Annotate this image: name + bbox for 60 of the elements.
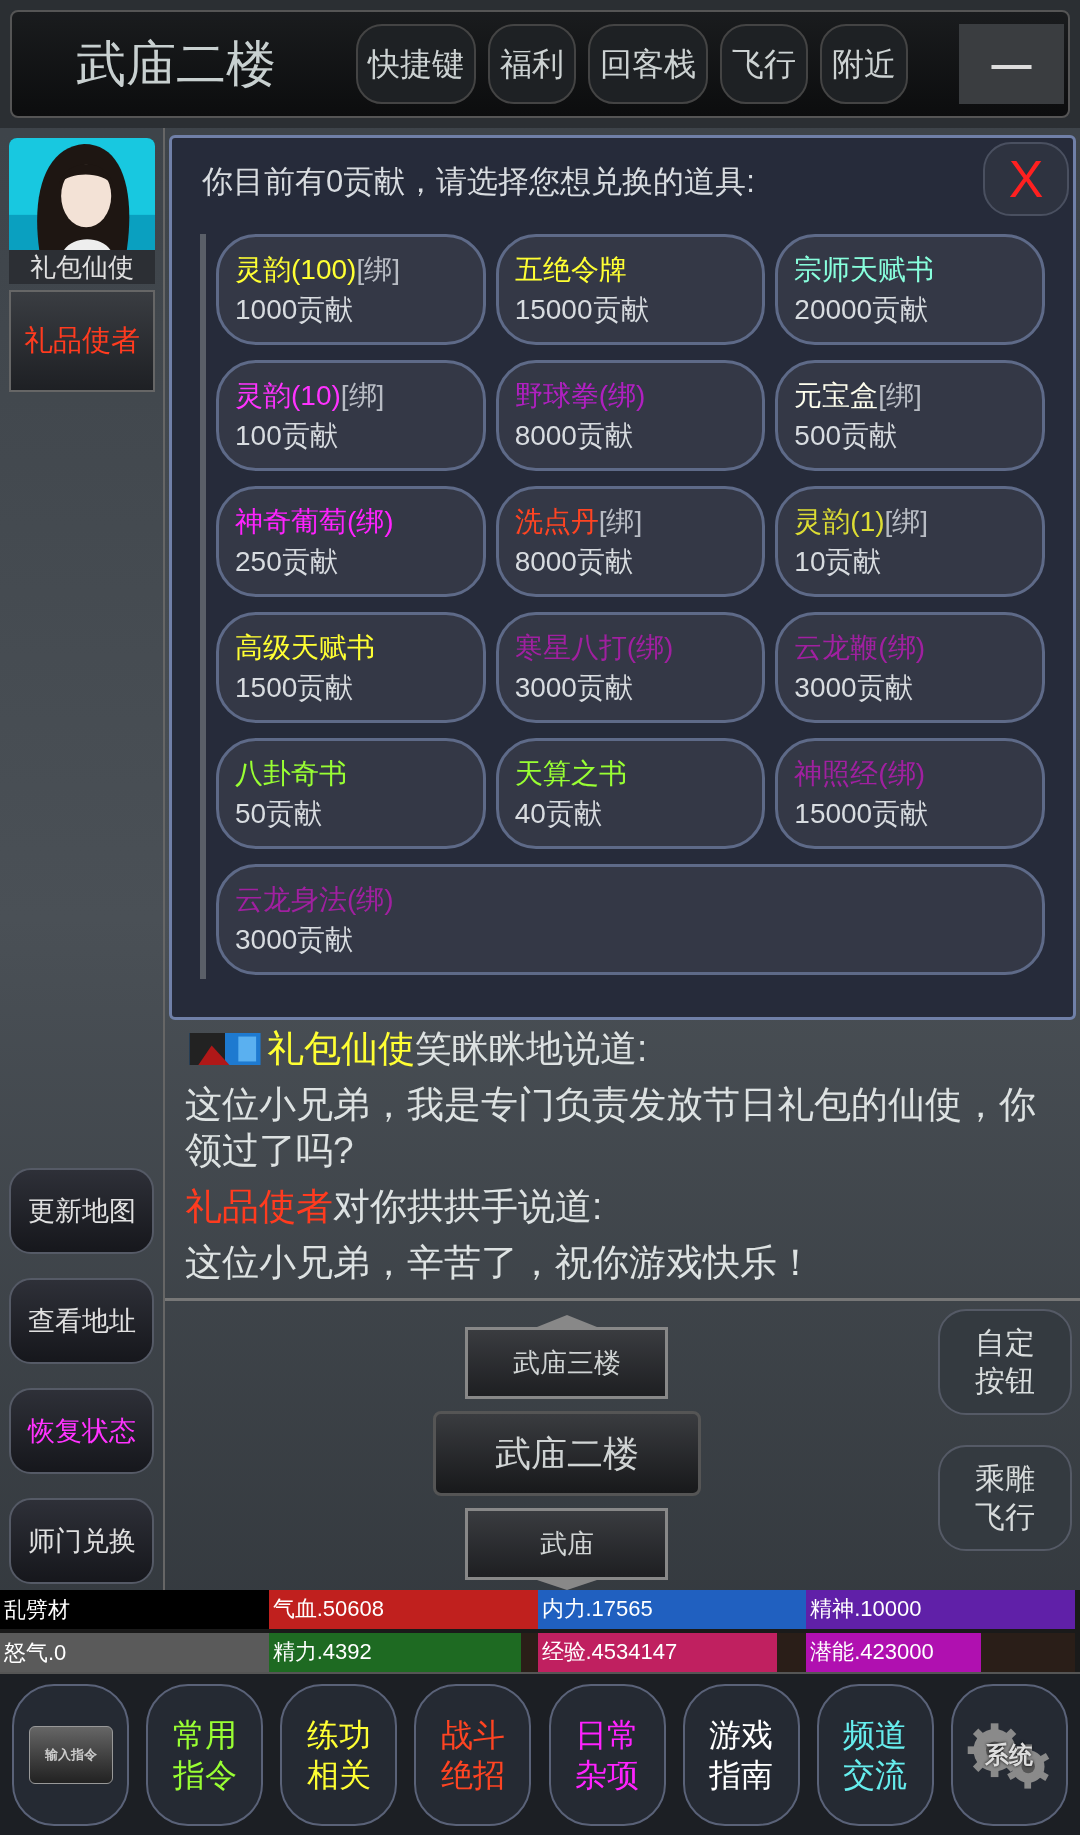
chat-line: 礼品使者对你拱拱手说道: (185, 1185, 603, 1229)
item-option[interactable]: 神照经(绑) 15000贡献 (775, 738, 1045, 849)
top-menu-button[interactable]: 福利 (488, 24, 576, 104)
input-key-icon: 输入指令 (28, 1725, 113, 1784)
item-option[interactable]: 寒星八打(绑) 3000贡献 (495, 612, 766, 723)
stat-label: 内力.17565 (540, 1596, 654, 1621)
location-title: 武庙二楼 (76, 34, 277, 94)
chat-line: 这位小兄弟，辛苦了，祝你游戏快乐！ (185, 1241, 814, 1285)
item-option[interactable]: 五绝令牌 15000贡献 (495, 234, 766, 345)
item-option[interactable]: 洗点丹[绑] 8000贡献 (495, 486, 766, 597)
stat-label: 气血.50608 (271, 1596, 386, 1621)
map-action-button[interactable]: 自定按钮 (938, 1309, 1072, 1415)
item-option[interactable]: 八卦奇书 50贡献 (216, 738, 486, 849)
npc-name: 礼包仙使 (28, 251, 135, 284)
stat-cell: 乱劈材 (0, 1590, 269, 1629)
side-button[interactable]: 更新地图 (9, 1168, 154, 1254)
chat-line: 礼包仙使笑眯眯地说道: (267, 1027, 648, 1071)
dialog-prompt: 你目前有0贡献，请选择您想兑换的道具: (201, 163, 756, 201)
item-option[interactable]: 灵韵(100)[绑] 1000贡献 (216, 234, 486, 345)
map-exit-button[interactable]: 武庙 (465, 1508, 668, 1580)
npc-button[interactable]: 礼品使者 (8, 290, 155, 392)
item-option[interactable]: 灵韵(10)[绑] 100贡献 (216, 360, 486, 471)
menu-button[interactable]: 战斗绝招 (414, 1683, 532, 1826)
top-menu-button[interactable]: 飞行 (720, 24, 808, 104)
map-exit-button[interactable]: 武庙三楼 (465, 1327, 668, 1399)
minimize-button[interactable]: — (959, 24, 1064, 104)
stat-label: 经验.4534147 (540, 1639, 679, 1664)
top-menu-button[interactable]: 回客栈 (588, 24, 708, 104)
menu-button[interactable]: 频道交流 (816, 1683, 934, 1826)
command-input-button[interactable]: 输入指令 (12, 1683, 129, 1826)
item-option[interactable]: 天算之书 40贡献 (495, 738, 766, 849)
map-action-button[interactable]: 乘雕飞行 (938, 1445, 1072, 1551)
side-button[interactable]: 查看地址 (9, 1278, 154, 1364)
menu-button[interactable]: 日常杂项 (548, 1683, 666, 1826)
npc-avatar-card[interactable]: 礼包仙使 (8, 138, 155, 284)
menu-button[interactable]: 常用指令 (146, 1683, 264, 1826)
down-arrow-icon (536, 1580, 597, 1590)
stat-cell: 怒气.0 (0, 1633, 269, 1672)
item-option[interactable]: 云龙鞭(绑) 3000贡献 (775, 612, 1045, 723)
menu-button[interactable]: 练功相关 (280, 1683, 398, 1826)
up-arrow-icon (536, 1315, 597, 1327)
item-option[interactable]: 灵韵(1)[绑] 10贡献 (775, 486, 1045, 597)
item-option[interactable]: 野球拳(绑) 8000贡献 (495, 360, 766, 471)
stat-label: 精力.4392 (271, 1639, 373, 1664)
system-button[interactable]: 系统 (951, 1683, 1068, 1826)
top-menu-button[interactable]: 附近 (820, 24, 908, 104)
side-button[interactable]: 恢复状态 (9, 1388, 154, 1474)
chat-line: 这位小兄弟，我是专门负责发放节日礼包的仙使，你领过了吗? (185, 1083, 1037, 1173)
item-option[interactable]: 云龙身法(绑) 3000贡献 (216, 864, 1045, 975)
item-option[interactable]: 高级天赋书 1500贡献 (216, 612, 486, 723)
top-menu-button[interactable]: 快捷键 (356, 24, 476, 104)
stat-label: 潜能.423000 (809, 1639, 935, 1664)
system-label: 系统 (985, 1739, 1034, 1770)
stat-label: 精神.10000 (809, 1596, 923, 1621)
item-option[interactable]: 宗师天赋书 20000贡献 (775, 234, 1045, 345)
current-location-button[interactable]: 武庙二楼 (432, 1411, 701, 1496)
item-option[interactable]: 元宝盒[绑] 500贡献 (775, 360, 1045, 471)
side-button[interactable]: 师门兑换 (9, 1498, 154, 1584)
item-option[interactable]: 神奇葡萄(绑) 250贡献 (216, 486, 486, 597)
menu-button[interactable]: 游戏指南 (682, 1683, 800, 1826)
